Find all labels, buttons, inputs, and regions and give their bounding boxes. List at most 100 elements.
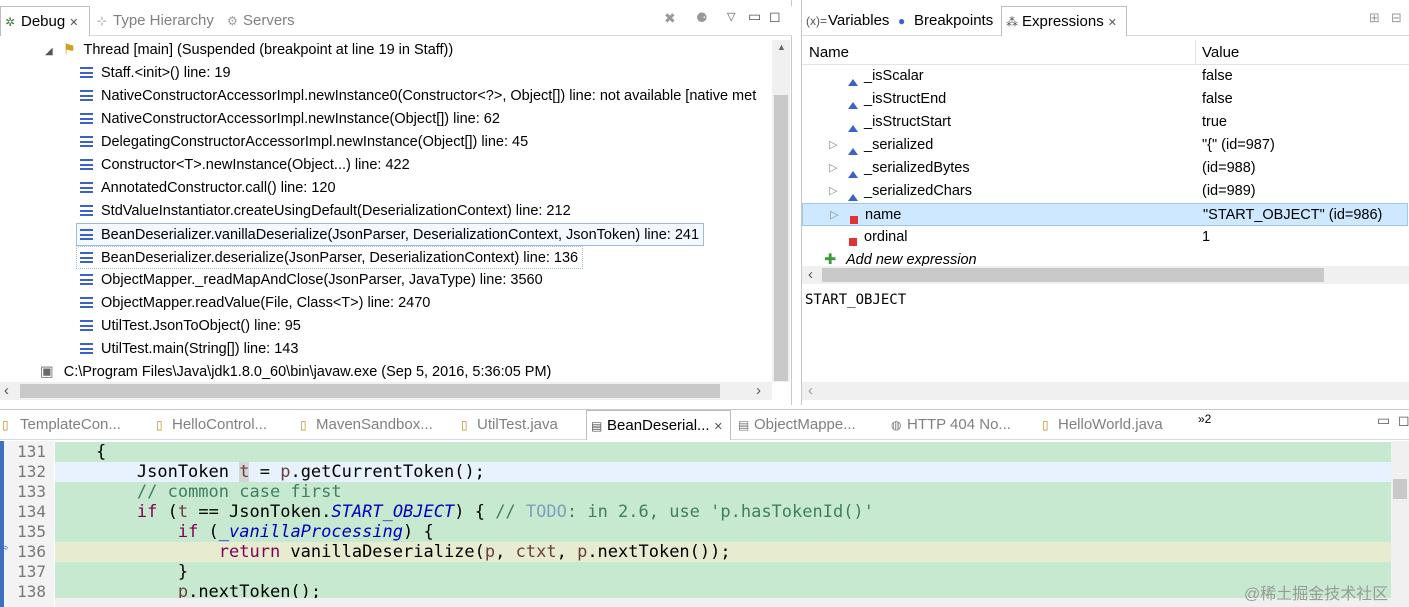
- file-icon: ▯: [2, 418, 9, 432]
- file-icon: ▯: [300, 418, 307, 432]
- maximize-icon[interactable]: ◻: [769, 8, 781, 25]
- minimize-icon[interactable]: ▭: [1377, 412, 1390, 429]
- scroll-left-icon[interactable]: ‹: [808, 266, 813, 283]
- chevron-down-icon[interactable]: ▽: [727, 10, 735, 23]
- editor-tab[interactable]: ▯ HelloControl...: [152, 410, 273, 440]
- editor-tab[interactable]: ▯ MavenSandbox...: [296, 410, 439, 440]
- expression-row[interactable]: ▷ _serializedBytes (id=988): [802, 157, 1408, 180]
- scroll-left-icon[interactable]: ‹: [808, 382, 813, 399]
- stack-frame[interactable]: ObjectMapper.readValue(File, Class<T>) l…: [80, 292, 430, 315]
- scroll-right-icon[interactable]: ›: [756, 382, 761, 399]
- stack-frame[interactable]: DelegatingConstructorAccessorImpl.newIns…: [80, 131, 528, 154]
- expression-row[interactable]: _isStructStart true: [802, 111, 1408, 134]
- line-number: 137: [17, 562, 46, 581]
- editor-tab[interactable]: ▯ TemplateCon...: [0, 410, 127, 440]
- thread-row[interactable]: ◢ ⚑ Thread [main] (Suspended (breakpoint…: [45, 39, 453, 62]
- debug-vscrollbar[interactable]: ▲: [772, 40, 790, 382]
- expressions-header: Name Value: [802, 40, 1409, 65]
- expressions-hscrollbar[interactable]: ‹: [802, 266, 1409, 284]
- stack-frame[interactable]: NativeConstructorAccessorImpl.newInstanc…: [80, 108, 500, 131]
- collapse-all-icon[interactable]: ⊟: [1391, 10, 1402, 26]
- line-number: 135: [17, 522, 46, 541]
- detail-hscrollbar[interactable]: ‹: [802, 382, 1409, 400]
- editor-hscrollbar[interactable]: [55, 598, 1391, 607]
- expressions-view: (x)= Variables ● Breakpoints ⁂ Expressio…: [801, 0, 1409, 405]
- expand-arrow-icon[interactable]: ▷: [829, 157, 837, 180]
- stack-frame[interactable]: Staff.<init>() line: 19: [80, 62, 231, 85]
- scroll-thumb[interactable]: [774, 95, 788, 381]
- tab-servers[interactable]: ⚙ Servers: [223, 6, 301, 36]
- stack-frame-icon: [80, 252, 93, 263]
- expression-row[interactable]: ordinal 1: [802, 226, 1408, 249]
- add-expression-row[interactable]: ✚ Add new expression: [802, 249, 1408, 266]
- process-row[interactable]: ▣ C:\Program Files\Java\jdk1.8.0_60\bin\…: [40, 361, 551, 384]
- tab-expressions[interactable]: ⁂ Expressions ✕: [1001, 6, 1127, 36]
- editor-tab[interactable]: ▯ HelloWorld.java: [1038, 410, 1169, 440]
- code-line[interactable]: if (t == JsonToken.START_OBJECT) { // TO…: [55, 502, 1391, 522]
- expand-arrow-icon[interactable]: ▷: [829, 180, 837, 203]
- debug-icon: ✲: [5, 15, 16, 29]
- stack-frame[interactable]: ObjectMapper._readMapAndClose(JsonParser…: [80, 269, 543, 292]
- scroll-left-icon[interactable]: ‹: [4, 382, 9, 399]
- view-menu-icon[interactable]: ⚈: [696, 10, 708, 26]
- stack-frame[interactable]: StdValueInstantiator.createUsingDefault(…: [80, 200, 571, 223]
- code-line[interactable]: // common case first: [55, 482, 1391, 502]
- code-line[interactable]: {: [55, 442, 1391, 462]
- code-line-current[interactable]: return vanillaDeserialize(p, ctxt, p.nex…: [55, 542, 1391, 562]
- stack-frame[interactable]: BeanDeserializer.deserialize(JsonParser,…: [76, 246, 584, 269]
- final-field-icon: [848, 71, 858, 86]
- scroll-thumb[interactable]: [20, 384, 720, 398]
- stack-frame[interactable]: AnnotatedConstructor.call() line: 120: [80, 177, 336, 200]
- editor-tab-active[interactable]: ▤ BeanDeserial... ✕: [586, 410, 731, 440]
- maximize-icon[interactable]: ◻: [1398, 412, 1409, 429]
- tab-breakpoints[interactable]: ● Breakpoints: [894, 6, 999, 36]
- more-tabs-button[interactable]: »2: [1198, 412, 1211, 426]
- close-icon[interactable]: ✕: [1108, 17, 1117, 29]
- detail-pane[interactable]: START_OBJECT: [805, 292, 906, 308]
- column-value-header[interactable]: Value: [1202, 40, 1239, 65]
- watermark: @稀土掘金技术社区: [1244, 586, 1389, 603]
- code-line[interactable]: }: [55, 562, 1391, 582]
- stack-frame[interactable]: Constructor<T>.newInstance(Object...) li…: [80, 154, 410, 177]
- close-icon[interactable]: ✕: [69, 17, 78, 29]
- code-line[interactable]: JsonToken t = p.getCurrentToken();: [55, 462, 1391, 482]
- debug-view: ✲ Debug ✕ ⊹ Type Hierarchy ⚙ Servers ✖ ⚈ …: [0, 0, 792, 405]
- remove-terminated-icon[interactable]: ✖: [664, 10, 676, 27]
- line-number: 134: [17, 502, 46, 521]
- editor-vscrollbar[interactable]: [1391, 441, 1409, 607]
- line-number: 132: [17, 462, 46, 481]
- stack-frame[interactable]: NativeConstructorAccessorImpl.newInstanc…: [80, 85, 756, 108]
- editor-tab[interactable]: ▤ ObjectMappe...: [734, 410, 862, 440]
- scroll-up-icon[interactable]: ▲: [777, 42, 786, 52]
- expand-arrow-icon[interactable]: ▷: [830, 204, 838, 227]
- scroll-thumb[interactable]: [1393, 479, 1407, 499]
- tab-variables[interactable]: (x)= Variables: [802, 6, 895, 36]
- expressions-tabbar: (x)= Variables ● Breakpoints ⁂ Expressio…: [802, 6, 1409, 36]
- stack-frame-selected[interactable]: BeanDeserializer.vanillaDeserialize(Json…: [76, 223, 705, 246]
- tab-type-hierarchy[interactable]: ⊹ Type Hierarchy: [93, 6, 220, 36]
- final-field-icon: [848, 140, 858, 155]
- minimize-icon[interactable]: ▭: [748, 8, 761, 25]
- expression-row[interactable]: ▷ _serializedChars (id=989): [802, 180, 1408, 203]
- close-icon[interactable]: ✕: [714, 421, 723, 433]
- editor-tab[interactable]: ▯ UtilTest.java: [457, 410, 564, 440]
- tab-debug[interactable]: ✲ Debug ✕: [0, 6, 90, 36]
- expand-arrow-icon[interactable]: ◢: [45, 46, 53, 57]
- code-line[interactable]: if (_vanillaProcessing) {: [55, 522, 1391, 542]
- debug-hscrollbar[interactable]: ‹ ›: [0, 382, 772, 400]
- stack-frame[interactable]: UtilTest.JsonToObject() line: 95: [80, 315, 301, 338]
- line-number: 136: [17, 542, 46, 561]
- expression-row-selected[interactable]: ▷ name "START_OBJECT" (id=986): [802, 203, 1408, 226]
- column-name-header[interactable]: Name: [809, 40, 849, 65]
- code-line[interactable]: p.nextToken();: [55, 582, 1391, 598]
- expression-row[interactable]: ▷ _serialized "{" (id=987): [802, 134, 1408, 157]
- stack-frame[interactable]: UtilTest.main(String[]) line: 143: [80, 338, 298, 361]
- expression-row[interactable]: _isStructEnd false: [802, 88, 1408, 111]
- show-type-names-icon[interactable]: ⊞: [1369, 10, 1380, 26]
- debug-tabbar: ✲ Debug ✕ ⊹ Type Hierarchy ⚙ Servers ✖ ⚈ …: [0, 6, 792, 36]
- expression-row[interactable]: _isScalar false: [802, 65, 1408, 88]
- editor-tab[interactable]: ◍ HTTP 404 No...: [887, 410, 1017, 440]
- expand-arrow-icon[interactable]: ▷: [829, 134, 837, 157]
- column-divider[interactable]: [1195, 40, 1196, 65]
- scroll-thumb[interactable]: [822, 268, 1324, 282]
